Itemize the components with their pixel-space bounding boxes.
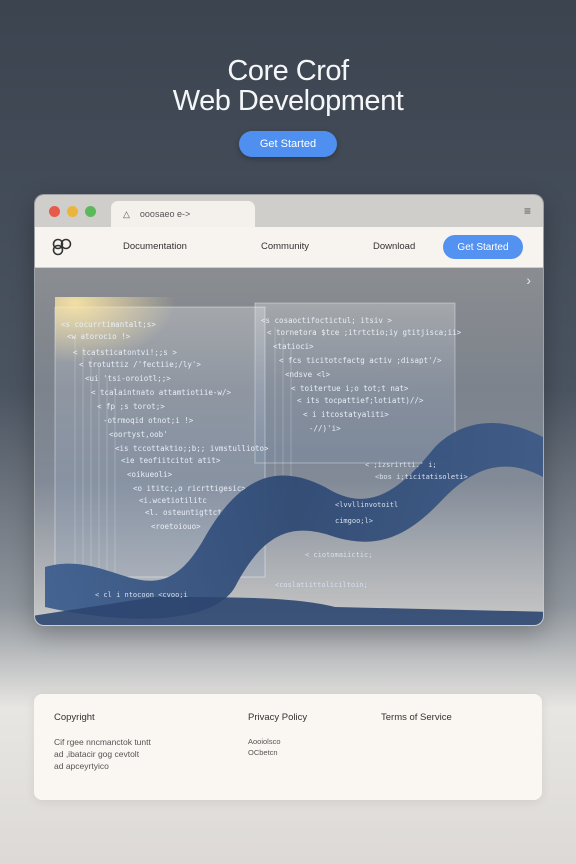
svg-text:<o ititc;,o ricrttigesic>: <o ititc;,o ricrttigesic>: [133, 484, 246, 493]
footer-copyright-line: Cif rgee nncmanctok tuntt: [54, 737, 151, 747]
site-navbar: Documentation Community Download Get Sta…: [35, 227, 543, 268]
nav-community-link[interactable]: Community: [261, 241, 309, 252]
hero-title-line-2: Web Development: [172, 85, 404, 117]
browser-window: △ ooosaeo e-> ≡ Documentation Community …: [34, 194, 544, 626]
footer-copyright-text: Cif rgee nncmanctok tuntt ad ,ibatacir g…: [54, 736, 151, 772]
nav-download-link[interactable]: Download: [373, 241, 415, 252]
svg-text:< trotuttiz /'fectiie;/ly'>: < trotuttiz /'fectiie;/ly'>: [79, 360, 201, 369]
code-illustration: <s cocurrtimantalt;s> <w atorocio !> < t…: [35, 297, 543, 625]
svg-text:< toitertue i;o tot;t nat>: < toitertue i;o tot;t nat>: [291, 384, 409, 393]
browser-titlebar: △ ooosaeo e-> ≡: [35, 195, 543, 227]
hero-title-line-1: Core Crof: [227, 55, 349, 87]
svg-text:<s cocurrtimantalt;s>: <s cocurrtimantalt;s>: [61, 320, 156, 329]
svg-text:<roetoiouo>: <roetoiouo>: [151, 522, 201, 531]
footer-privacy-text: Aooiolsco OCbetcn: [248, 736, 281, 758]
footer-terms-link[interactable]: Terms of Service: [381, 712, 452, 723]
svg-text:<ui 'tsi-oroiotl;;>: <ui 'tsi-oroiotl;;>: [85, 374, 171, 383]
svg-text:<oikueoli>: <oikueoli>: [127, 470, 173, 479]
footer-copyright-line: ad apceyrtyico: [54, 761, 109, 771]
svg-text:< its tocpattief;lotiatt)//>: < its tocpattief;lotiatt)//>: [297, 396, 424, 405]
svg-text:<s cosaoctifoctictul; itsiv: <s cosaoctifoctictul; itsiv >: [261, 316, 392, 325]
svg-text:< cl i ntocoon <cvoo;i: < cl i ntocoon <cvoo;i: [95, 591, 188, 599]
close-window-button[interactable]: [49, 206, 60, 217]
warning-icon: △: [123, 208, 130, 219]
svg-text:<i.wcetiotilitc: <i.wcetiotilitc: [139, 496, 207, 505]
svg-text:<is tccottaktio;;b;; ivmstul: <is tccottaktio;;b;; ivmstullioto>: [115, 444, 269, 453]
browser-tab[interactable]: △ ooosaeo e->: [111, 201, 255, 227]
logo-icon[interactable]: [51, 238, 73, 256]
footer-privacy-line: OCbetcn: [248, 748, 278, 757]
footer-privacy-line: Aooiolsco: [248, 737, 281, 746]
svg-text:< i itcostatyaliti>: < i itcostatyaliti>: [303, 410, 389, 419]
svg-text:cimgoo;l>: cimgoo;l>: [335, 517, 373, 525]
svg-text:< fcs ticitotcfactg activ: < fcs ticitotcfactg activ ;disapt'/>: [279, 356, 442, 365]
minimize-window-button[interactable]: [67, 206, 78, 217]
hero-get-started-button[interactable]: Get Started: [239, 131, 337, 157]
browser-tab-title: ooosaeo e->: [139, 209, 191, 219]
svg-text:<tatioci>: <tatioci>: [273, 342, 314, 351]
hero-title: Core Crof Web Development: [0, 56, 576, 116]
svg-text:< tcalaintnato attamtiotiie-: < tcalaintnato attamtiotiie-w/>: [91, 388, 231, 397]
svg-text:<w atorocio !>: <w atorocio !>: [67, 332, 131, 341]
nav-documentation-link[interactable]: Documentation: [123, 241, 187, 252]
svg-text:< ciotomaiictic;: < ciotomaiictic;: [305, 551, 372, 559]
footer-copyright-title: Copyright: [54, 712, 95, 723]
menu-icon[interactable]: ≡: [524, 204, 531, 218]
svg-text:-//)'i>: -//)'i>: [309, 424, 341, 433]
svg-text:< ;izsrirtti.' i;: < ;izsrirtti.' i;: [365, 461, 437, 469]
svg-text:<ie teofiitcitot atit>: <ie teofiitcitot atit>: [121, 456, 221, 465]
site-footer: Copyright Cif rgee nncmanctok tuntt ad ,…: [34, 694, 542, 800]
svg-text:<coslatiittoliciltoin;: <coslatiittoliciltoin;: [275, 581, 368, 589]
svg-text:<bos i;ticitatisoleti>: <bos i;ticitatisoleti>: [375, 473, 468, 481]
svg-text:<oortyst,oob': <oortyst,oob': [109, 430, 168, 439]
svg-text:< tcatsticatontvi!;;s >: < tcatsticatontvi!;;s >: [73, 348, 177, 357]
svg-text:< tornetora $tce ;itrtctio;: < tornetora $tce ;itrtctio;iy gtitjisca;…: [267, 328, 462, 337]
svg-text:-otrmoqid otnot;i !>: -otrmoqid otnot;i !>: [103, 416, 194, 425]
footer-copyright-line: ad ,ibatacir gog cevtolt: [54, 749, 140, 759]
svg-text:<ndsve <l>: <ndsve <l>: [285, 370, 331, 379]
svg-text:<lvvllinvotoitl: <lvvllinvotoitl: [335, 501, 398, 509]
maximize-window-button[interactable]: [85, 206, 96, 217]
browser-content: › <s cocurrtimantalt;s> <w atorocio !> <…: [35, 267, 543, 625]
nav-get-started-button[interactable]: Get Started: [443, 235, 523, 259]
footer-privacy-link[interactable]: Privacy Policy: [248, 712, 307, 723]
